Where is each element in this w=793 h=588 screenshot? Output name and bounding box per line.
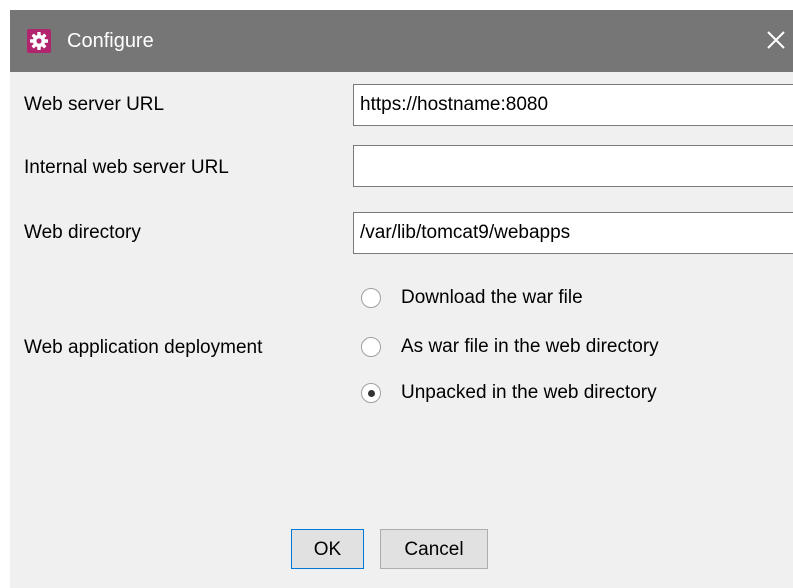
close-button[interactable] xyxy=(761,25,791,55)
ok-button[interactable]: OK xyxy=(291,529,364,569)
radio-button[interactable] xyxy=(361,337,381,357)
configure-dialog: Configure Web server URL Internal web se… xyxy=(0,0,793,588)
internal-web-server-url-input[interactable] xyxy=(353,145,793,187)
deployment-label: Web application deployment xyxy=(24,337,263,358)
close-icon xyxy=(767,31,785,49)
radio-button[interactable] xyxy=(361,288,381,308)
radio-label: As war file in the web directory xyxy=(401,336,659,357)
gear-icon xyxy=(27,29,51,53)
web-server-url-label: Web server URL xyxy=(24,94,165,115)
web-directory-input[interactable] xyxy=(353,212,793,254)
internal-web-server-url-label: Internal web server URL xyxy=(24,157,229,178)
radio-label: Download the war file xyxy=(401,287,583,308)
window-title: Configure xyxy=(67,30,154,52)
radio-button-selected[interactable] xyxy=(361,383,381,403)
web-directory-label: Web directory xyxy=(24,222,141,243)
title-bar[interactable]: Configure xyxy=(10,10,793,72)
cancel-button[interactable]: Cancel xyxy=(380,529,488,569)
radio-label: Unpacked in the web directory xyxy=(401,382,657,403)
dialog-body: Web server URL Internal web server URL W… xyxy=(10,72,793,588)
web-server-url-input[interactable] xyxy=(353,84,793,126)
radio-dot xyxy=(368,390,375,397)
